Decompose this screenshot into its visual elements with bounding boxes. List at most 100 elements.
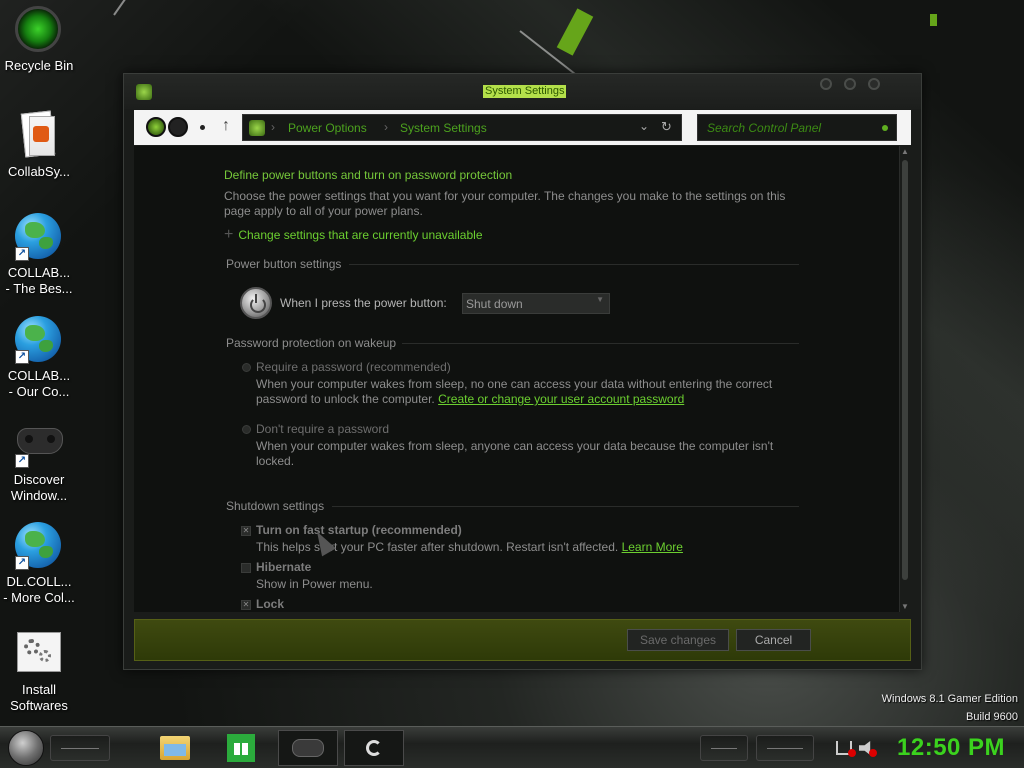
app-ring-icon — [366, 740, 382, 756]
scroll-up-icon[interactable]: ▲ — [901, 147, 909, 156]
taskbar-decoration — [700, 735, 748, 761]
taskbar-ring-app[interactable] — [344, 730, 404, 766]
globe-icon: ↗ — [15, 213, 63, 261]
power-button-action-value: Shut down — [466, 297, 523, 311]
desktop-icon-label: Discover Window... — [10, 472, 68, 503]
desktop-icon-label: CollabSy... — [8, 164, 70, 179]
taskbar-file-explorer[interactable] — [145, 730, 205, 766]
section-title-password: Password protection on wakeup — [226, 336, 397, 350]
search-box[interactable]: Search Control Panel — [697, 114, 897, 141]
taskbar-store[interactable] — [211, 730, 271, 766]
window-title: System Settings — [483, 85, 567, 98]
control-panel-icon — [249, 120, 265, 136]
address-bar[interactable]: › Power Options › System Settings ⌄ ↻ — [242, 114, 682, 141]
forward-button[interactable] — [168, 117, 188, 137]
desktop-icon-collab-best[interactable]: ↗ COLLAB... - The Bes... — [0, 213, 78, 297]
desktop-icon-label: COLLAB... - The Bes... — [5, 265, 73, 296]
power-button-action-select[interactable]: Shut down ▼ — [462, 293, 610, 314]
titlebar[interactable]: System Settings — [124, 74, 921, 109]
desktop-icon-recycle-bin[interactable]: Recycle Bin — [0, 6, 78, 74]
shortcut-arrow-icon: ↗ — [15, 454, 29, 468]
globe-icon: ↗ — [15, 316, 63, 364]
hibernate-label: Hibernate — [256, 560, 312, 574]
navigation-bar: ↑ › Power Options › System Settings ⌄ ↻ … — [134, 110, 911, 145]
lock-checkbox[interactable]: ✕ — [241, 600, 251, 610]
globe-icon: ↗ — [15, 522, 63, 570]
breadcrumb-power-options[interactable]: Power Options — [288, 121, 367, 135]
require-password-radio[interactable] — [242, 363, 251, 372]
desktop-icon-label: DL.COLL... - More Col... — [3, 574, 75, 605]
scroll-thumb[interactable] — [902, 160, 908, 580]
change-settings-link[interactable]: + Change settings that are currently unav… — [224, 226, 483, 244]
settings-content: Define power buttons and turn on passwor… — [134, 146, 911, 612]
wallpaper-shard — [556, 8, 594, 56]
shortcut-arrow-icon: ↗ — [15, 247, 29, 261]
system-settings-window: System Settings ↑ › Power Options › Syst… — [123, 73, 922, 670]
mute-icon — [869, 749, 877, 757]
document-icon — [15, 110, 63, 160]
shortcut-arrow-icon: ↗ — [15, 350, 29, 364]
recycle-bin-icon — [15, 6, 63, 54]
gamepad-icon — [292, 739, 324, 757]
gears-icon — [15, 630, 63, 678]
wallpaper-streak — [113, 0, 127, 16]
change-password-link[interactable]: Create or change your user account passw… — [438, 392, 684, 406]
require-password-label: Require a password (recommended) — [256, 360, 451, 374]
shortcut-arrow-icon: ↗ — [15, 556, 29, 570]
desktop-icon-collabsy[interactable]: CollabSy... — [0, 110, 78, 180]
hibernate-checkbox[interactable] — [241, 563, 251, 573]
chevron-down-icon[interactable]: ⌄ — [639, 119, 649, 133]
section-title-power-button: Power button settings — [226, 257, 342, 271]
search-placeholder: Search Control Panel — [707, 121, 822, 135]
hibernate-description: Show in Power menu. — [256, 577, 373, 591]
no-password-description: When your computer wakes from sleep, any… — [256, 439, 774, 468]
save-changes-button[interactable]: Save changes — [627, 629, 729, 651]
plus-icon: + — [224, 226, 234, 243]
page-description: Choose the power settings that you want … — [224, 189, 786, 218]
store-icon — [227, 734, 255, 762]
refresh-icon[interactable]: ↻ — [661, 119, 672, 135]
breadcrumb-system-settings[interactable]: System Settings — [400, 121, 487, 135]
taskbar: 12:50 PM — [0, 726, 1024, 768]
require-password-description: When your computer wakes from sleep, no … — [256, 377, 773, 406]
recent-locations-icon[interactable] — [200, 125, 205, 130]
no-password-label: Don't require a password — [256, 422, 390, 436]
minimize-button[interactable] — [820, 78, 832, 90]
taskbar-gamepad-app[interactable] — [278, 730, 338, 766]
gamepad-icon: ↗ — [15, 420, 63, 468]
search-icon[interactable] — [882, 125, 888, 131]
page-heading: Define power buttons and turn on passwor… — [224, 168, 513, 182]
wallpaper-shard — [930, 14, 937, 26]
desktop-icon-collab-our[interactable]: ↗ COLLAB... - Our Co... — [0, 316, 78, 400]
scroll-down-icon[interactable]: ▼ — [901, 602, 909, 611]
fast-startup-label: Turn on fast startup (recommended) — [256, 523, 462, 537]
control-panel-icon — [136, 84, 152, 100]
breadcrumb-separator: › — [271, 120, 275, 134]
no-password-radio[interactable] — [242, 425, 251, 434]
power-icon — [240, 287, 272, 319]
lock-label: Lock — [256, 597, 285, 611]
desktop-icon-discover-windows[interactable]: ↗ Discover Window... — [0, 420, 78, 504]
desktop-icon-label: Install Softwares — [10, 682, 68, 713]
desktop-icon-label: Recycle Bin — [4, 58, 74, 73]
section-divider — [402, 343, 799, 344]
back-button[interactable] — [146, 117, 166, 137]
maximize-button[interactable] — [844, 78, 856, 90]
section-divider — [332, 506, 799, 507]
learn-more-link[interactable]: Learn More — [622, 540, 683, 554]
button-bar: Save changes Cancel — [134, 619, 911, 661]
desktop-icon-dl-collab[interactable]: ↗ DL.COLL... - More Col... — [0, 522, 78, 606]
section-divider — [349, 264, 799, 265]
fast-startup-checkbox[interactable]: ✕ — [241, 526, 251, 536]
cancel-button[interactable]: Cancel — [736, 629, 811, 651]
close-button[interactable] — [868, 78, 880, 90]
breadcrumb-separator: › — [384, 120, 388, 134]
start-button[interactable] — [8, 730, 44, 766]
taskbar-clock[interactable]: 12:50 PM — [897, 734, 1005, 762]
vertical-scrollbar[interactable]: ▲ ▼ — [899, 146, 911, 612]
file-explorer-icon — [160, 736, 190, 760]
taskbar-decoration — [756, 735, 814, 761]
desktop-icon-install-softwares[interactable]: Install Softwares — [0, 630, 78, 714]
up-arrow-icon[interactable]: ↑ — [222, 117, 230, 135]
chevron-down-icon: ▼ — [596, 295, 604, 304]
